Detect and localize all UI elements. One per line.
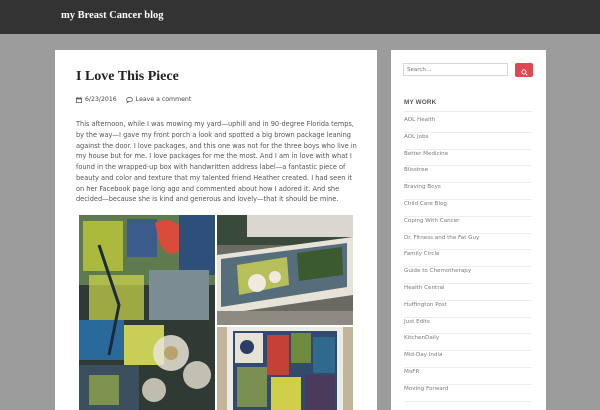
site-header: my Breast Cancer blog bbox=[0, 0, 600, 34]
list-item[interactable]: Guide to Chemotherapy bbox=[404, 267, 532, 284]
list-item[interactable]: Better Medicine bbox=[404, 150, 532, 167]
list-item[interactable]: MoFR bbox=[404, 368, 532, 385]
list-item[interactable]: Dr. Fitness and the Fat Guy bbox=[404, 234, 532, 251]
list-item[interactable]: KitchenDaily bbox=[404, 334, 532, 352]
search-input[interactable] bbox=[403, 63, 508, 76]
post-meta: 6/23/2016 Leave a comment bbox=[76, 96, 191, 103]
sidebar: MY WORK AOL Health AOL Jobs Better Medic… bbox=[391, 50, 546, 410]
my-work-list: AOL Health AOL Jobs Better Medicine Blis… bbox=[404, 116, 532, 402]
list-item[interactable]: Mid-Day India bbox=[404, 351, 532, 368]
post-title[interactable]: I Love This Piece bbox=[76, 69, 179, 85]
post-card: I Love This Piece 6/23/2016 Leave a comm… bbox=[55, 50, 377, 410]
divider bbox=[404, 111, 532, 112]
comment-icon bbox=[125, 96, 133, 103]
leave-comment-link[interactable]: Leave a comment bbox=[136, 96, 192, 103]
widget-title: MY WORK bbox=[404, 99, 437, 106]
calendar-icon bbox=[76, 96, 82, 103]
post-date[interactable]: 6/23/2016 bbox=[85, 96, 117, 103]
list-item[interactable]: Blisstree bbox=[404, 166, 532, 184]
post-paragraph: This afternoon, while I was mowing my ya… bbox=[76, 120, 357, 204]
artwork-photo-3 bbox=[217, 327, 353, 410]
post-body: This afternoon, while I was mowing my ya… bbox=[76, 119, 361, 205]
list-item[interactable]: Moving Forward bbox=[404, 385, 532, 402]
list-item[interactable]: Child Care Blog bbox=[404, 200, 532, 217]
list-item[interactable]: Health Central bbox=[404, 284, 532, 301]
list-item[interactable]: AOL Jobs bbox=[404, 133, 532, 150]
artwork-photo-2 bbox=[217, 215, 353, 325]
list-item[interactable]: AOL Health bbox=[404, 116, 532, 133]
site-title[interactable]: my Breast Cancer blog bbox=[61, 10, 164, 21]
list-item[interactable]: Huffington Post bbox=[404, 301, 532, 318]
list-item[interactable]: Braving Boys bbox=[404, 183, 532, 200]
search-button[interactable] bbox=[515, 63, 533, 77]
search-icon bbox=[520, 61, 528, 80]
list-item[interactable]: Family Circle bbox=[404, 250, 532, 268]
list-item[interactable]: Coping With Cancer bbox=[404, 217, 532, 234]
list-item[interactable]: Just Edits bbox=[404, 318, 532, 335]
artwork-photo-1 bbox=[79, 215, 215, 410]
